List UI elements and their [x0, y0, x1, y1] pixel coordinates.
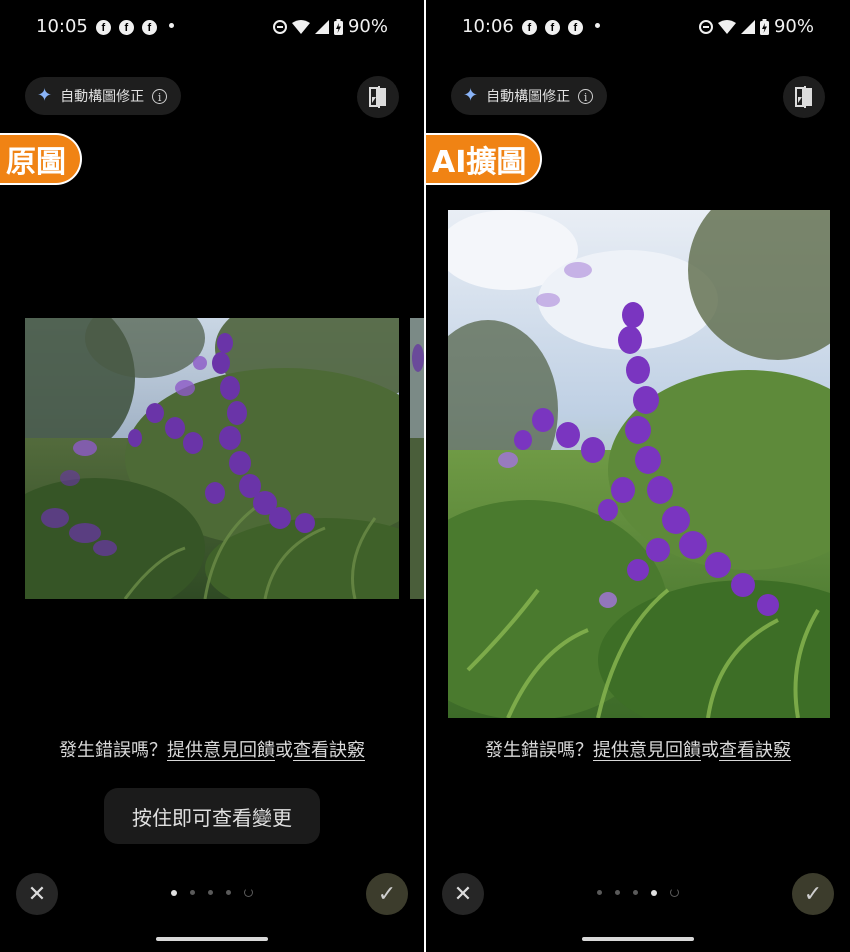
- page-dot: [633, 890, 638, 895]
- status-time: 10:05: [36, 16, 88, 37]
- send-feedback-link[interactable]: 提供意見回饋: [167, 740, 275, 761]
- facebook-notification-icon: f: [95, 20, 111, 35]
- compare-button[interactable]: [357, 76, 399, 118]
- original-photo[interactable]: [25, 318, 399, 599]
- auto-framing-label: 自動構圖修正: [60, 89, 145, 105]
- confirm-button[interactable]: ✓: [366, 873, 408, 915]
- feedback-or: 或: [275, 740, 293, 761]
- view-tips-link[interactable]: 查看訣竅: [719, 740, 791, 761]
- wifi-icon: [717, 19, 736, 34]
- page-dot: [615, 890, 620, 895]
- ai-expanded-photo[interactable]: [448, 210, 830, 718]
- info-icon[interactable]: i: [578, 88, 594, 104]
- facebook-notification-icon: f: [521, 20, 537, 35]
- phone-screen-original: 10:05 f f f 90% ✦ 自動構圖修正 i 原圖 發生錯誤嗎？提供意見…: [0, 0, 424, 952]
- phone-screen-ai-expanded: 10:06 f f f 90% ✦ 自動構圖修正 i AI擴圖 發生錯誤嗎？提供…: [426, 0, 850, 952]
- feedback-line: 發生錯誤嗎？提供意見回饋或查看訣竅: [426, 736, 850, 762]
- battery-icon: [333, 18, 343, 35]
- flower-photo-image: [25, 318, 399, 599]
- page-dot: [190, 890, 195, 895]
- auto-framing-chip[interactable]: ✦ 自動構圖修正 i: [25, 77, 182, 115]
- facebook-notification-icon: f: [141, 20, 157, 35]
- do-not-disturb-icon: [698, 19, 713, 34]
- hold-to-compare-button[interactable]: 按住即可查看變更: [104, 788, 320, 844]
- page-dot: [597, 890, 602, 895]
- send-feedback-link[interactable]: 提供意見回饋: [593, 740, 701, 761]
- feedback-prompt: 發生錯誤嗎？: [485, 740, 593, 761]
- feedback-prompt: 發生錯誤嗎？: [59, 740, 167, 761]
- next-photo-preview[interactable]: [410, 318, 424, 599]
- original-image-label: 原圖: [0, 133, 82, 185]
- page-indicator: [426, 888, 850, 897]
- status-bar: 10:06 f f f 90%: [462, 16, 814, 42]
- feedback-line: 發生錯誤嗎？提供意見回饋或查看訣竅: [0, 736, 424, 762]
- facebook-notification-icon: f: [118, 20, 134, 35]
- refresh-icon: [244, 888, 253, 897]
- auto-framing-label: 自動構圖修正: [486, 89, 571, 105]
- confirm-button[interactable]: ✓: [792, 873, 834, 915]
- check-icon: ✓: [377, 881, 397, 907]
- facebook-notification-icon: f: [567, 20, 583, 35]
- battery-percentage: 90%: [773, 16, 814, 37]
- status-time: 10:06: [462, 16, 514, 37]
- sparkle-icon: ✦: [37, 85, 53, 106]
- flower-photo-image: [448, 210, 830, 718]
- battery-icon: [759, 18, 769, 35]
- page-dot: [208, 890, 213, 895]
- do-not-disturb-icon: [272, 19, 287, 34]
- page-dot: [226, 890, 231, 895]
- auto-framing-chip[interactable]: ✦ 自動構圖修正 i: [451, 77, 608, 115]
- signal-icon: [740, 19, 755, 34]
- page-dot-active: [651, 889, 657, 896]
- status-bar: 10:05 f f f 90%: [36, 16, 388, 42]
- more-notifications-icon: [168, 23, 174, 28]
- gesture-navigation-bar[interactable]: [156, 937, 268, 941]
- facebook-notification-icon: f: [544, 20, 560, 35]
- compare-button[interactable]: [783, 76, 825, 118]
- signal-icon: [314, 19, 329, 34]
- battery-percentage: 90%: [347, 16, 388, 37]
- compare-icon: [795, 86, 812, 108]
- compare-icon: [369, 86, 386, 108]
- ai-expanded-label: AI擴圖: [426, 133, 543, 185]
- feedback-or: 或: [701, 740, 719, 761]
- view-tips-link[interactable]: 查看訣竅: [293, 740, 365, 761]
- wifi-icon: [291, 19, 310, 34]
- more-notifications-icon: [594, 23, 600, 28]
- sparkle-icon: ✦: [463, 85, 479, 106]
- check-icon: ✓: [803, 881, 823, 907]
- page-dot-active: [171, 889, 177, 896]
- refresh-icon: [670, 888, 679, 897]
- info-icon[interactable]: i: [152, 88, 168, 104]
- page-indicator: [0, 888, 424, 897]
- gesture-navigation-bar[interactable]: [582, 937, 694, 941]
